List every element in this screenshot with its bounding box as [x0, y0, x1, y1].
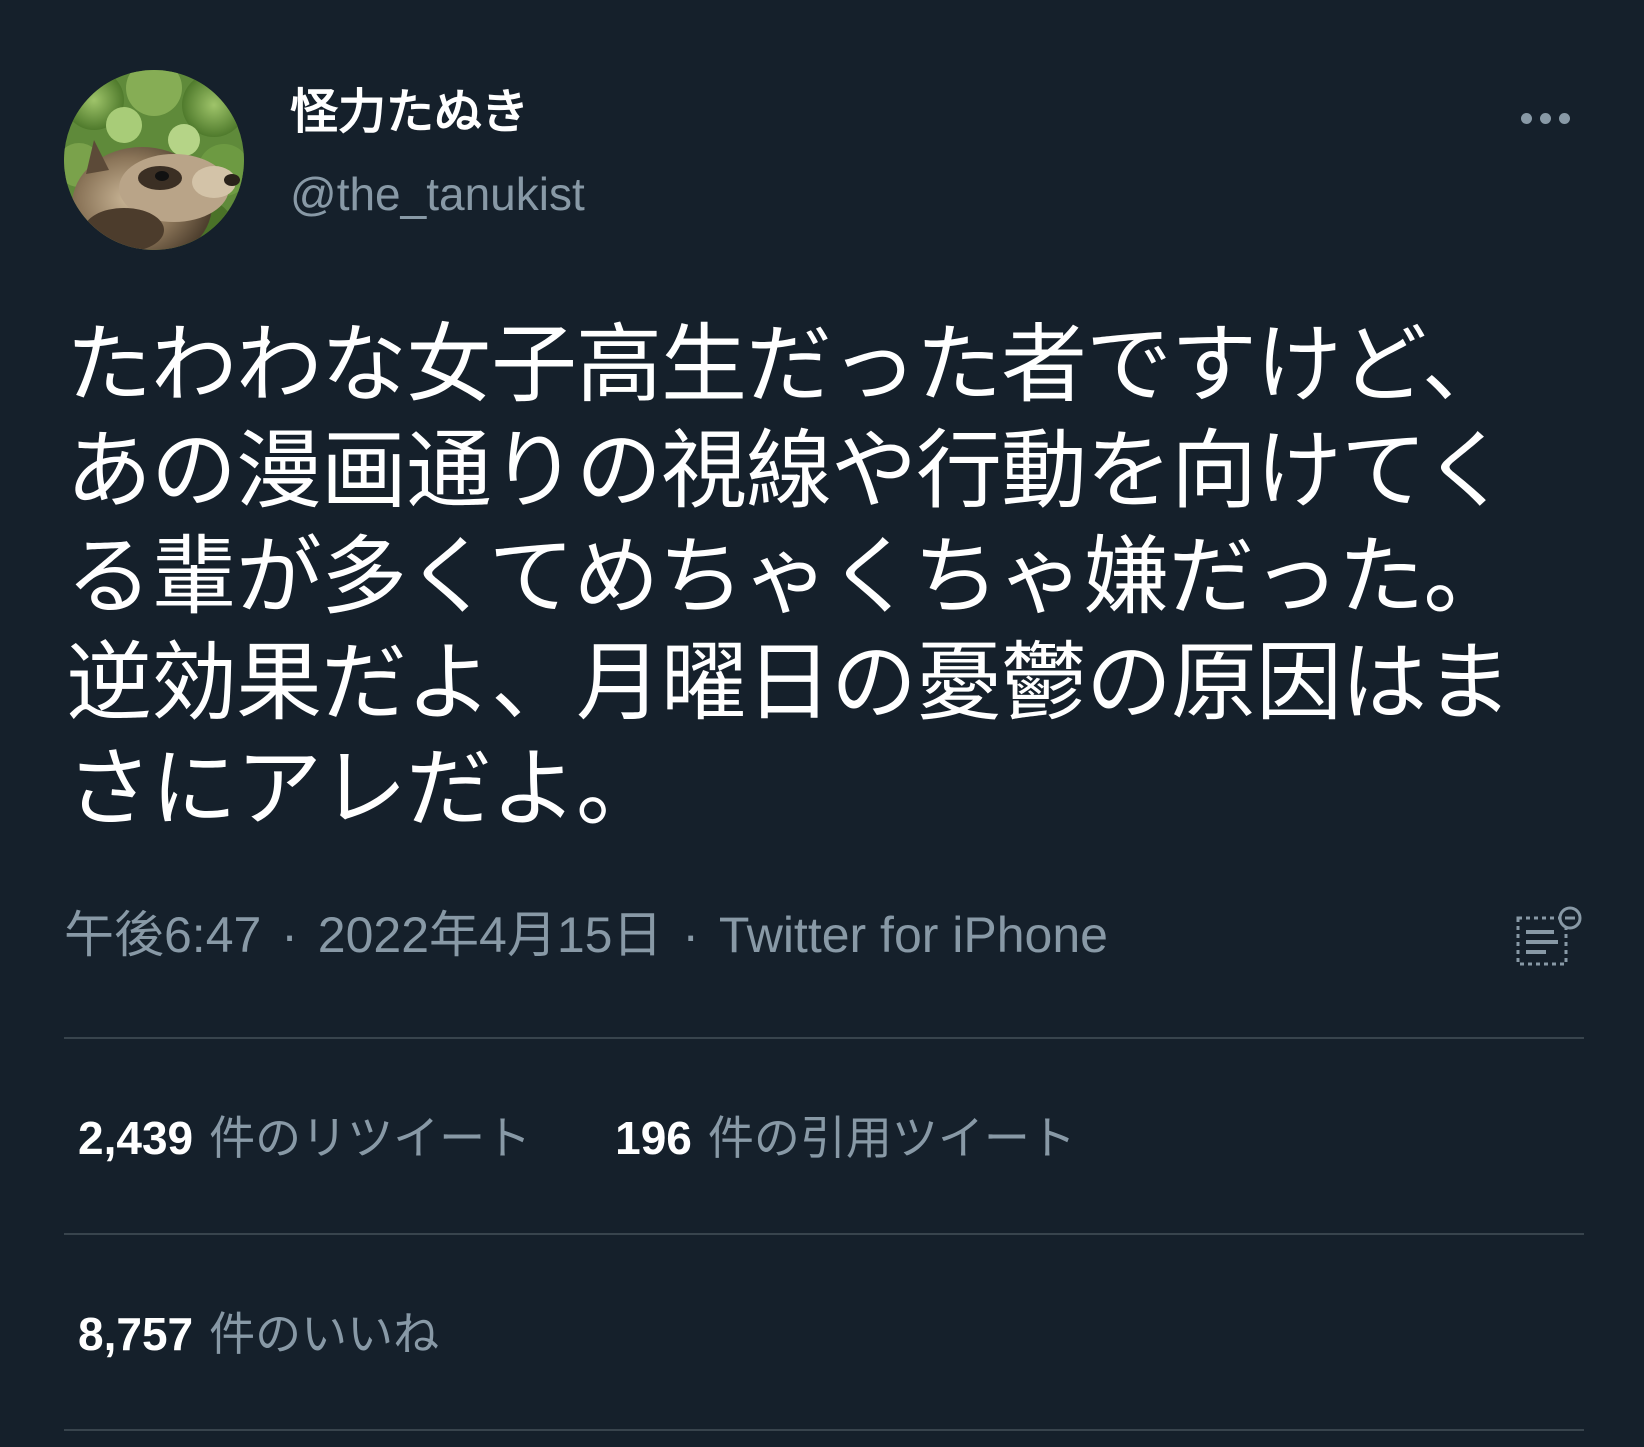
stats-row-likes: 8,757 件のいいね: [78, 1296, 523, 1366]
quote-label: 件の引用ツイート: [707, 1111, 1076, 1165]
divider: [64, 1233, 1584, 1235]
more-options-icon-dot: [1558, 112, 1570, 124]
divider: [64, 1037, 1584, 1039]
tweet-analytics-icon[interactable]: [1512, 904, 1584, 976]
quote-count: 196: [615, 1112, 692, 1164]
tweet-text-line: る輩が多くてめちゃくちゃ嫌だった。: [66, 527, 1509, 627]
author-display-name[interactable]: 怪力たぬき: [290, 82, 529, 142]
more-options-icon: [1520, 112, 1532, 124]
tweet-text-line: 逆効果だよ、月曜日の憂鬱の原因はま: [66, 633, 1512, 733]
tweet-date[interactable]: 2022年4月15日: [318, 907, 663, 963]
avatar-image: [64, 70, 244, 250]
stats-row-retweets: 2,439 件のリツイート 196 件の引用ツイート: [78, 1100, 1160, 1170]
tweet-time[interactable]: 午後6:47: [64, 907, 261, 963]
retweets-stat[interactable]: 2,439 件のリツイート: [78, 1102, 531, 1168]
author-handle[interactable]: @the_tanukist: [290, 164, 585, 224]
tweet-text-line: あの漫画通りの視線や行動を向けてく: [66, 421, 1509, 521]
tweet-text-line: さにアレだよ。: [66, 739, 662, 839]
retweet-label: 件のリツイート: [209, 1111, 532, 1165]
tweet-source-link[interactable]: Twitter for iPhone: [719, 907, 1108, 963]
meta-separator: ·: [682, 907, 700, 963]
more-options-button[interactable]: [1510, 96, 1580, 140]
tweet-detail: 怪力たぬき @the_tanukist たわわな女子高生だった者ですけど、 あの…: [0, 0, 1644, 1447]
divider: [64, 1429, 1584, 1431]
quote-tweets-stat[interactable]: 196 件の引用ツイート: [615, 1102, 1076, 1168]
tweet-meta: 午後6:47 · 2022年4月15日 · Twitter for iPhone: [64, 900, 1108, 970]
avatar[interactable]: [64, 70, 244, 250]
tweet-text-line: たわわな女子高生だった者ですけど、: [66, 315, 1508, 415]
tweet-text: たわわな女子高生だった者ですけど、 あの漫画通りの視線や行動を向けてく る輩が多…: [66, 312, 1566, 842]
like-count: 8,757: [78, 1308, 194, 1360]
analytics-icon-graphic: [1516, 906, 1582, 966]
likes-stat[interactable]: 8,757 件のいいね: [78, 1298, 439, 1364]
like-label: 件のいいね: [209, 1307, 440, 1361]
more-options-icon-dot: [1539, 112, 1551, 124]
retweet-count: 2,439: [78, 1112, 194, 1164]
meta-separator: ·: [281, 907, 298, 963]
